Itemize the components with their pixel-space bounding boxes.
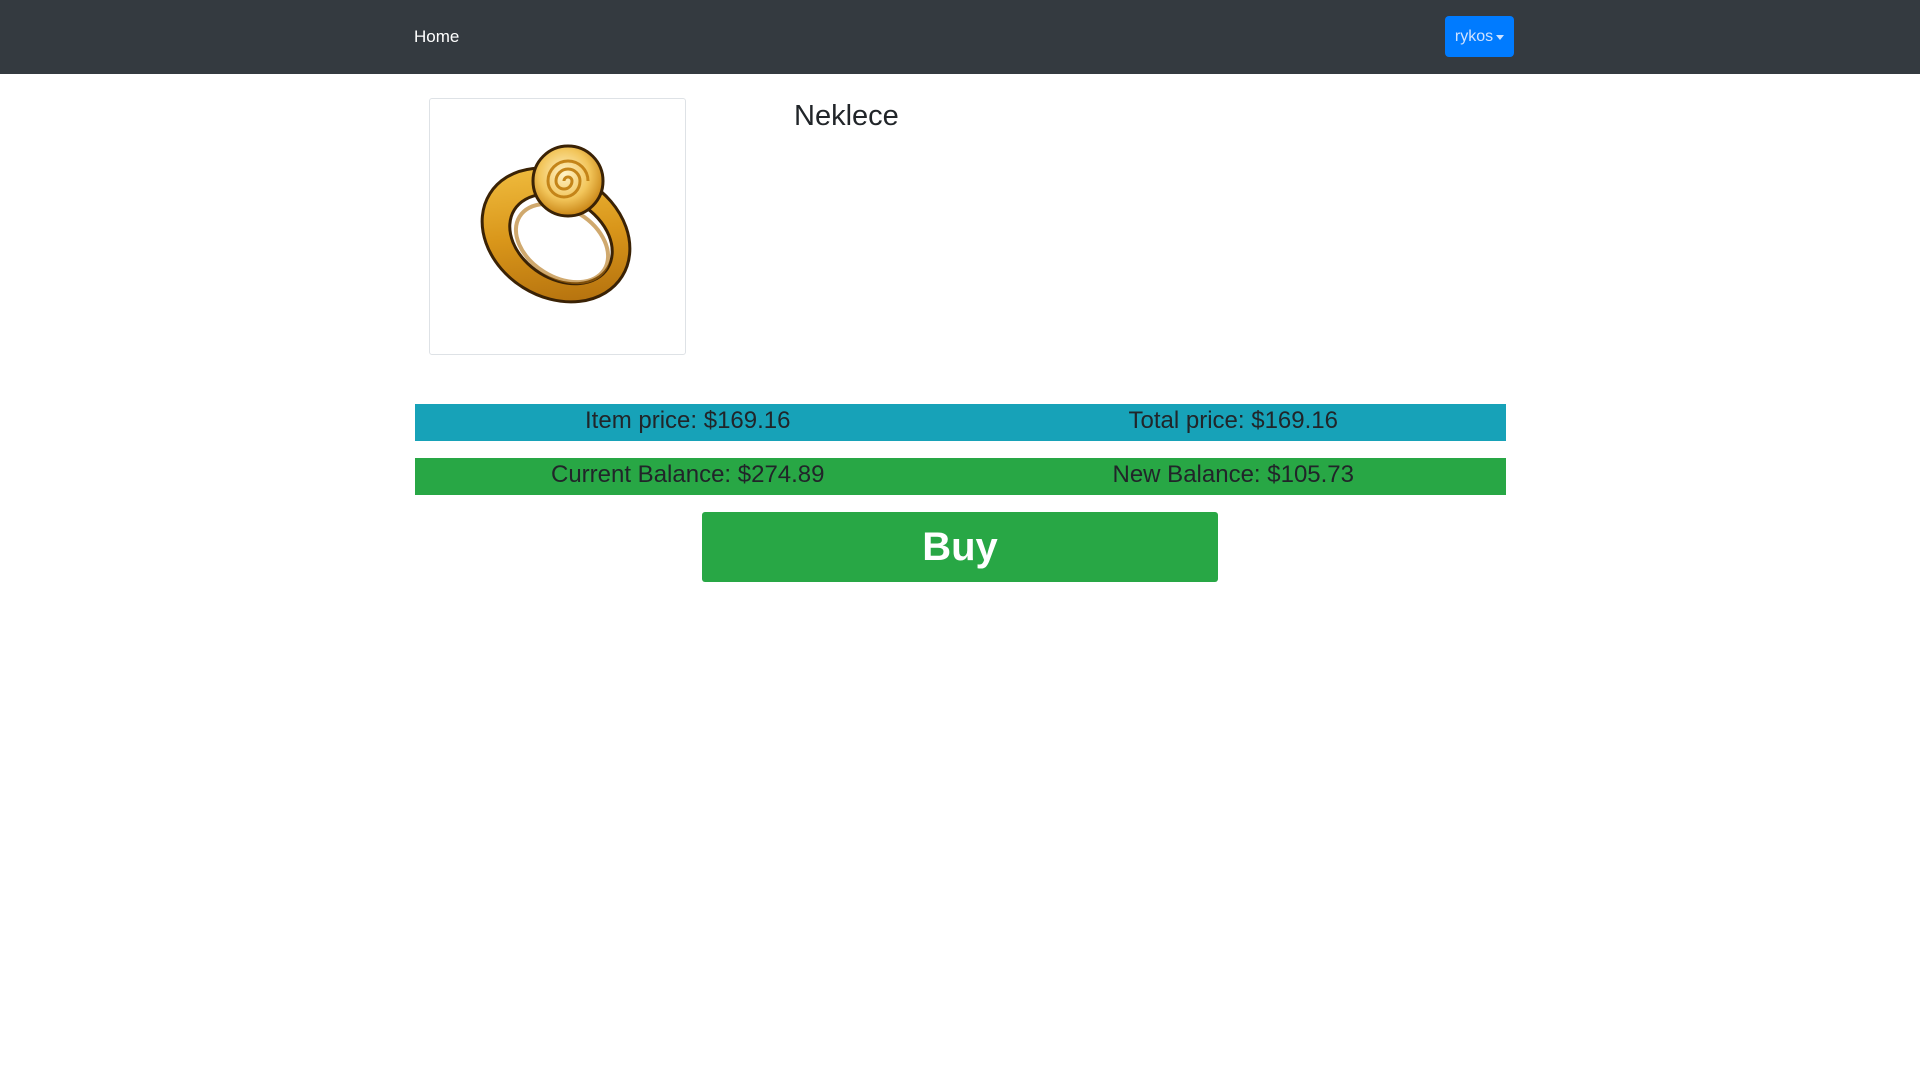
product-image-frame [429, 98, 686, 355]
price-summary-bar: Item price: $169.16 Total price: $169.16 [415, 404, 1506, 441]
user-dropdown-label: rykos [1454, 27, 1494, 45]
caret-down-icon [1496, 34, 1505, 40]
current-balance-text: Current Balance: $274.89 [550, 460, 825, 488]
gold-ring-icon [480, 144, 632, 304]
total-price-text: Total price: $169.16 [1128, 406, 1338, 434]
new-balance-text: New Balance: $105.73 [1112, 460, 1355, 488]
balance-summary-bar: Current Balance: $274.89 New Balance: $1… [415, 458, 1506, 495]
buy-button[interactable]: Buy [702, 512, 1218, 582]
item-price-text: Item price: $169.16 [585, 406, 791, 434]
product-title: Neklece [794, 100, 899, 132]
top-navbar: Home rykos [0, 0, 1920, 74]
nav-home-link[interactable]: Home [414, 26, 459, 48]
user-dropdown-button[interactable]: rykos [1445, 16, 1514, 57]
